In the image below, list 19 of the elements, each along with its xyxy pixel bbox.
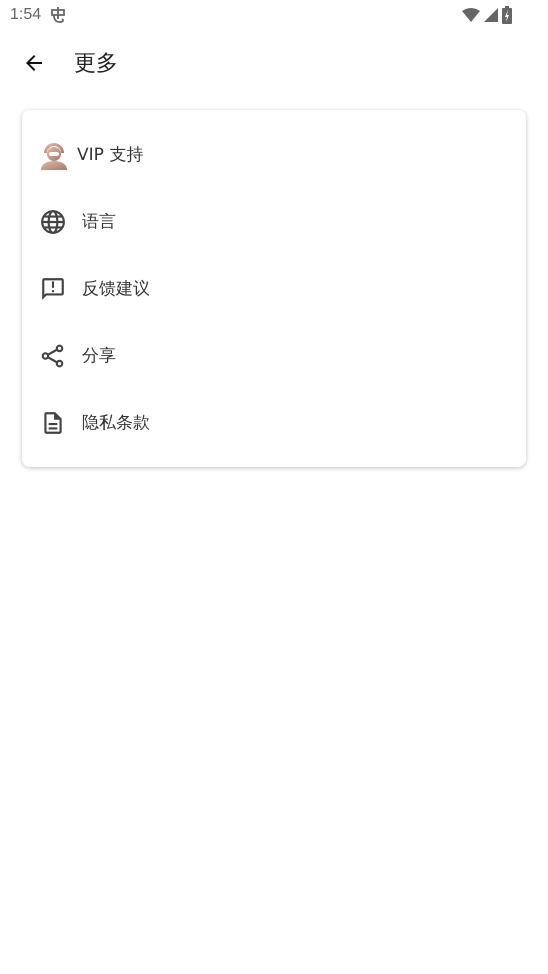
menu-label: VIP 支持 — [77, 144, 144, 166]
status-time: 1:54 — [10, 6, 42, 24]
menu-item[interactable]: 隐私条款 — [22, 389, 526, 456]
globe-icon — [40, 208, 66, 234]
page-title: 更多 — [74, 50, 118, 78]
menu-item[interactable]: VIP 支持 — [22, 121, 526, 188]
menu-item[interactable]: 分享 — [22, 322, 526, 389]
menu-item[interactable]: 反馈建议 — [22, 255, 526, 322]
menu-label: 反馈建议 — [82, 278, 150, 300]
feedback-icon — [40, 276, 66, 302]
menu-label: 分享 — [82, 345, 116, 367]
menu-label: 语言 — [82, 211, 116, 233]
share-icon — [40, 342, 66, 368]
signal-icon — [484, 8, 498, 22]
battery-icon — [502, 6, 512, 24]
menu-label: 隐私条款 — [82, 412, 150, 434]
notification-icon — [49, 6, 68, 24]
menu-item[interactable]: 语言 — [22, 188, 526, 255]
wifi-icon — [462, 8, 480, 22]
